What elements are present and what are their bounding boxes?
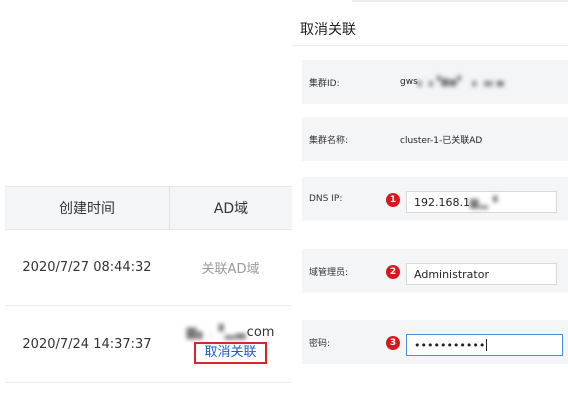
dns-ip-label: DNS IP:	[309, 194, 343, 204]
cluster-table-panel: 创建时间 AD域 2020/7/27 08:44:32 关联AD域 2020/7…	[0, 0, 300, 393]
table-row: 2020/7/24 14:37:37 ▆▖.▝▂▃com 取消关联	[5, 306, 292, 383]
text-caret	[486, 339, 488, 351]
password-row: 密码: 3 •••••••••••	[302, 320, 568, 364]
step-badge-3: 3	[386, 336, 400, 350]
drawer-divider	[292, 45, 568, 46]
cluster-id-row: 集群ID: gws ▖▗▝▆▅▘ ▗ ▗▖▄	[302, 60, 568, 104]
page: 创建时间 AD域 2020/7/27 08:44:32 关联AD域 2020/7…	[0, 0, 568, 393]
ad-domain-suffix: com	[246, 324, 275, 340]
password-label: 密码:	[309, 338, 331, 349]
dns-ip-input[interactable]: 192.168.1 ▆▂▝	[406, 191, 557, 213]
password-value: •••••••••••	[414, 338, 486, 352]
cluster-name-row: 集群名称: cluster-1-已关联AD	[302, 117, 568, 161]
cluster-name-label: 集群名称:	[309, 135, 349, 146]
cluster-id-prefix: gws	[400, 77, 418, 87]
cluster-name-value: cluster-1-已关联AD	[400, 135, 483, 146]
table-header: 创建时间 AD域	[5, 186, 292, 230]
dns-ip-row: DNS IP: 1 192.168.1 ▆▂▝	[302, 177, 568, 221]
created-time-cell: 2020/7/27 08:44:32	[22, 259, 152, 275]
dns-ip-masked: ▆▂▝	[469, 195, 499, 209]
step-badge-1: 1	[386, 193, 400, 207]
column-header-ad-domain: AD域	[213, 201, 249, 217]
associate-ad-link[interactable]: 关联AD域	[202, 258, 260, 277]
cluster-id-value: gws ▖▗▝▆▅▘ ▗ ▗▖▄	[400, 60, 505, 104]
cancel-association-drawer: 取消关联 集群ID: gws ▖▗▝▆▅▘ ▗ ▗▖▄ 集群名称: cluste…	[292, 0, 568, 393]
column-header-created-time: 创建时间	[5, 187, 170, 229]
ad-domain-cell: ▆▖.▝▂▃com 取消关联	[169, 306, 292, 382]
step-badge-2: 2	[386, 265, 400, 279]
domain-admin-row: 域管理员: 2 Administrator	[302, 249, 568, 293]
password-input[interactable]: •••••••••••	[406, 334, 563, 356]
ad-domain-cell: 关联AD域	[169, 229, 292, 305]
cluster-id-masked: ▖▗▝▆▅▘ ▗ ▗▖▄	[417, 77, 505, 87]
drawer-top-border	[352, 0, 568, 2]
cluster-id-label: 集群ID:	[309, 78, 340, 89]
created-time-cell: 2020/7/24 14:37:37	[22, 336, 152, 352]
cancel-association-link[interactable]: 取消关联	[194, 341, 267, 364]
domain-admin-input[interactable]: Administrator	[406, 263, 557, 285]
dns-ip-prefix: 192.168.1	[414, 195, 470, 209]
table-row: 2020/7/27 08:44:32 关联AD域	[5, 229, 292, 306]
ad-domain-name: ▆▖.▝▂▃com	[187, 325, 275, 340]
ad-domain-masked: ▆▖.▝▂▃	[186, 324, 247, 340]
drawer-title: 取消关联	[300, 22, 356, 38]
domain-admin-label: 域管理员:	[309, 267, 349, 278]
